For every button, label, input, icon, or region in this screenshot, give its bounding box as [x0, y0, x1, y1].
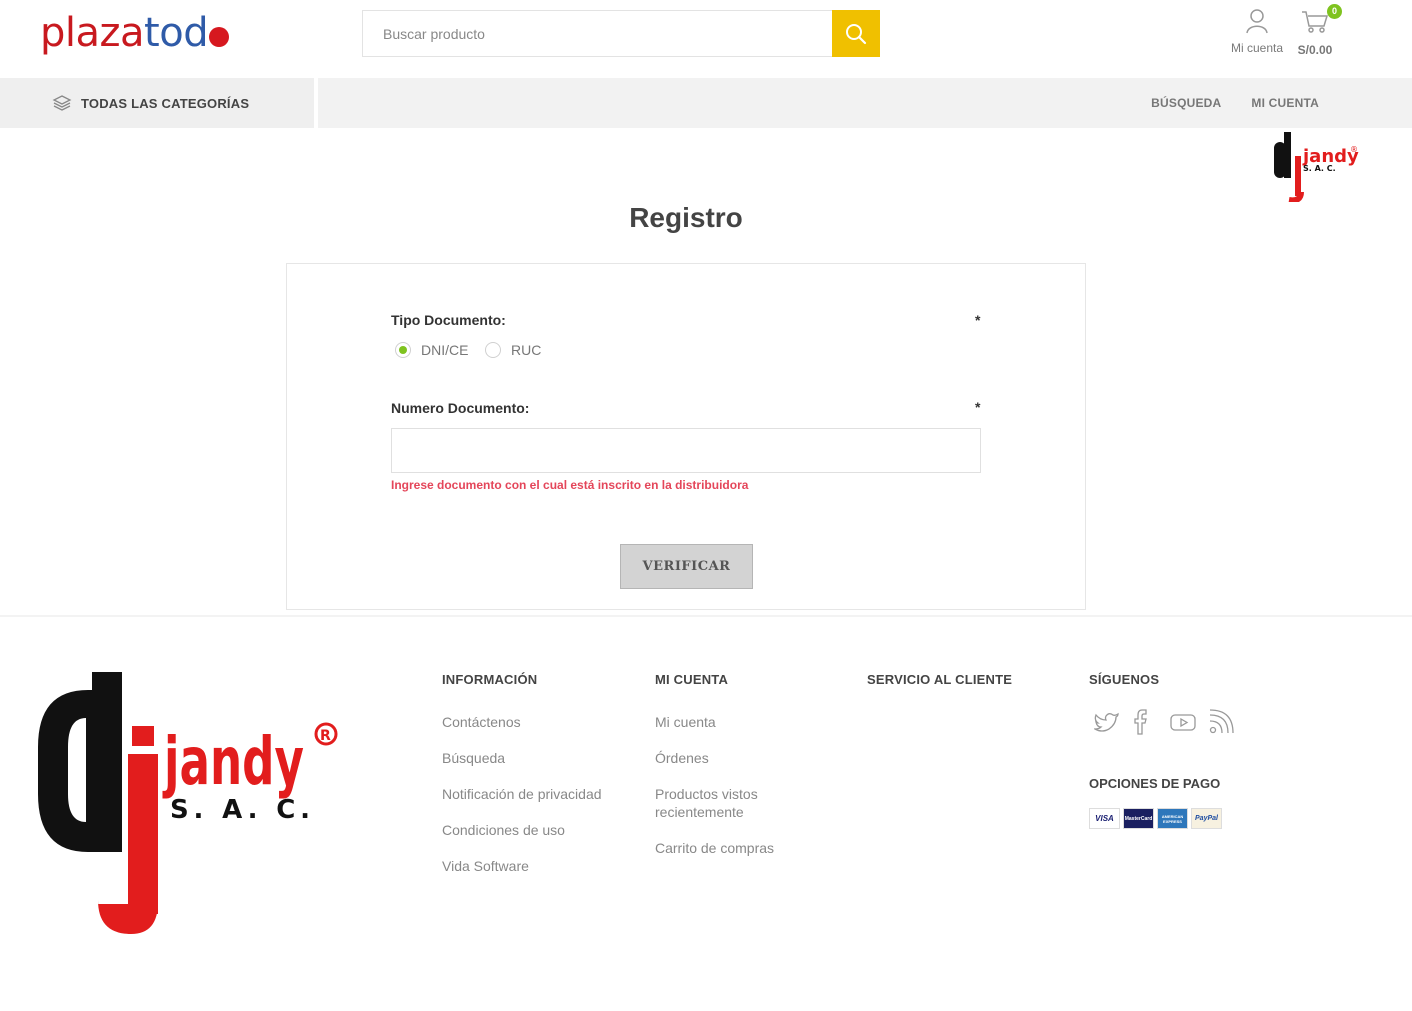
footer-link-contactenos[interactable]: Contáctenos [442, 713, 602, 731]
doc-type-required-mark: * [975, 312, 981, 328]
footer-account-column: MI CUENTA Mi cuenta Órdenes Productos vi… [655, 672, 805, 875]
site-logo[interactable]: plazatod [40, 10, 230, 56]
footer-service-title: SERVICIO AL CLIENTE [867, 672, 1013, 687]
small-logo-reg: ® [1350, 145, 1358, 154]
footer-info-title: INFORMACIÓN [442, 672, 538, 687]
doc-number-label: Numero Documento: [391, 400, 530, 416]
cart-count-badge: 0 [1327, 4, 1342, 19]
mastercard-icon: MasterCard [1123, 808, 1154, 829]
djandy-footer-logo: jandy S. A. C. R [38, 672, 338, 934]
account-link[interactable]: Mi cuenta [1222, 8, 1292, 55]
cart-link[interactable]: 0 S/0.00 [1290, 4, 1342, 57]
doc-number-hint: Ingrese documento con el cual está inscr… [391, 478, 749, 492]
doc-number-input[interactable] [391, 428, 981, 473]
all-categories-label: TODAS LAS CATEGORÍAS [81, 95, 250, 111]
footer-link-vida-software[interactable]: Vida Software [442, 857, 602, 875]
account-label: Mi cuenta [1230, 41, 1284, 55]
nav-link-mi-cuenta[interactable]: MI CUENTA [1251, 96, 1319, 110]
cart-total: S/0.00 [1297, 43, 1333, 57]
footer-link-privacidad[interactable]: Notificación de privacidad [442, 785, 602, 803]
footer-info-column: INFORMACIÓN Contáctenos Búsqueda Notific… [442, 672, 602, 893]
youtube-icon[interactable] [1170, 708, 1208, 736]
visa-card-icon: VISA [1089, 808, 1120, 829]
search-icon [846, 23, 867, 44]
footer-logo-brand: jandy [162, 723, 304, 800]
footer-account-title: MI CUENTA [655, 672, 729, 687]
radio-ruc-label: RUC [511, 342, 542, 358]
radio-ruc-dot[interactable] [485, 342, 501, 358]
nav-link-busqueda[interactable]: BÚSQUEDA [1151, 96, 1221, 110]
registration-form: Tipo Documento: * DNI/CE RUC Numero Docu… [286, 263, 1086, 610]
layers-icon [52, 95, 72, 111]
footer-link-ordenes[interactable]: Órdenes [655, 749, 805, 767]
page-title: Registro [629, 202, 743, 233]
logo-o-mark [209, 27, 230, 47]
site-header: plazatod Mi cuenta 0 S/0.00 [0, 0, 1412, 78]
facebook-icon[interactable] [1132, 708, 1170, 736]
radio-dni-ce-label: DNI/CE [421, 342, 469, 358]
small-logo-suffix: S. A. C. [1303, 164, 1336, 173]
footer-divider [0, 615, 1412, 617]
footer-link-condiciones[interactable]: Condiciones de uso [442, 821, 602, 839]
amex-card-icon: AMERICAN EXPRESS [1157, 808, 1188, 829]
nav-links: BÚSQUEDA MI CUENTA [1121, 78, 1319, 128]
social-icons [1094, 708, 1246, 736]
search-box [362, 10, 880, 57]
svg-text:R: R [320, 728, 331, 744]
djandy-small-logo: jandy S. A. C. ® [1274, 132, 1359, 202]
footer-service-column: SERVICIO AL CLIENTE [867, 672, 1012, 713]
twitter-icon[interactable] [1094, 708, 1132, 736]
search-button[interactable] [832, 10, 880, 57]
radio-dni-ce[interactable]: DNI/CE [395, 342, 468, 358]
footer-link-carrito[interactable]: Carrito de compras [655, 839, 805, 857]
user-icon [1246, 9, 1268, 34]
radio-ruc[interactable]: RUC [485, 342, 541, 358]
radio-dni-ce-dot[interactable] [395, 342, 411, 358]
rss-icon[interactable] [1208, 708, 1246, 736]
footer-follow-column: SÍGUENOS [1089, 672, 1159, 713]
doc-number-required-mark: * [975, 399, 981, 415]
search-input[interactable] [363, 11, 833, 56]
payment-methods: VISA MasterCard AMERICAN EXPRESS PayPal [1089, 808, 1225, 829]
footer-link-busqueda[interactable]: Búsqueda [442, 749, 602, 767]
footer-link-productos-vistos[interactable]: Productos vistos recientemente [655, 785, 805, 821]
footer-follow-title: SÍGUENOS [1089, 672, 1160, 687]
paypal-icon: PayPal [1191, 808, 1222, 829]
verify-button[interactable]: VERIFICAR [620, 544, 753, 589]
doc-type-label: Tipo Documento: [391, 312, 506, 328]
footer-link-mi-cuenta[interactable]: Mi cuenta [655, 713, 805, 731]
all-categories-button[interactable]: TODAS LAS CATEGORÍAS [0, 78, 318, 128]
payment-options-title: OPCIONES DE PAGO [1089, 776, 1221, 791]
main-nav: TODAS LAS CATEGORÍAS BÚSQUEDA MI CUENTA [0, 78, 1412, 128]
cart-icon [1302, 11, 1329, 33]
